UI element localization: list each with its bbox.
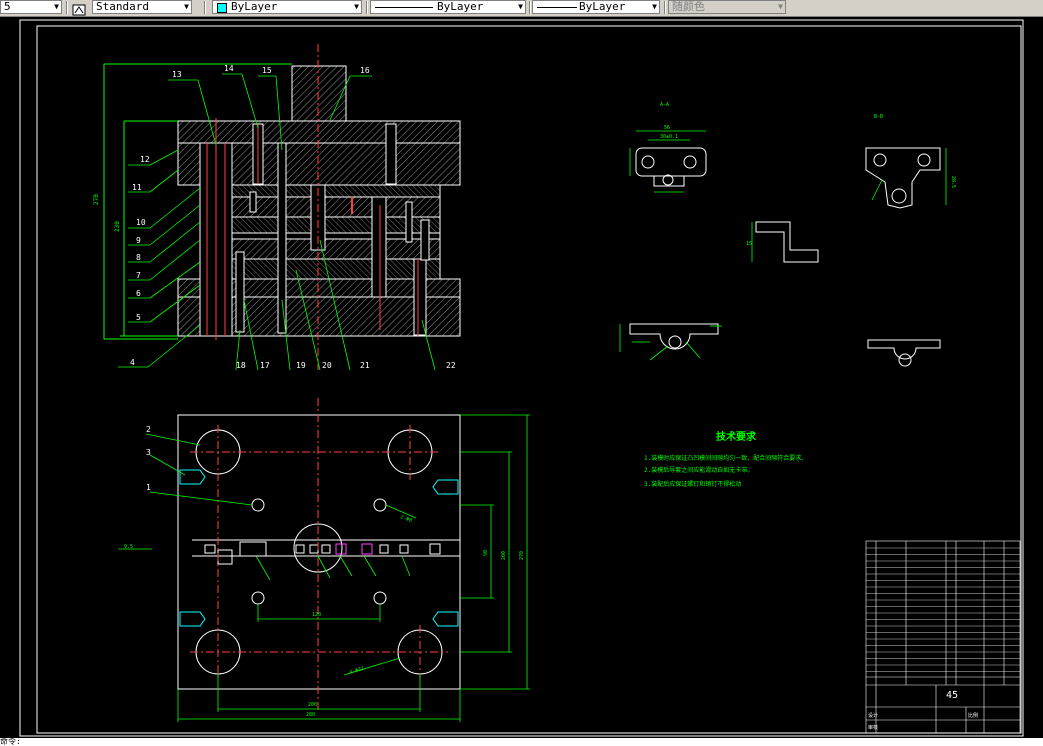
part-label: 1 (146, 483, 151, 492)
svg-text:56: 56 (664, 125, 670, 131)
designer-label: 设计 (868, 712, 878, 719)
properties-toolbar: 5 ▼ Standard ▼ ByLayer ▼ ByLayer ▼ ByLay… (0, 0, 1043, 17)
material-value: 45 (946, 690, 958, 701)
style-combo-left-value: 5 (4, 0, 11, 13)
parts-list-rows (866, 547, 1020, 672)
lineweight-preview-icon (537, 7, 577, 8)
tech-req-item: 2.装模后导套之间应能滑动自如无卡滞。 (644, 466, 753, 474)
part-label: 6 (136, 289, 141, 298)
svg-text:15: 15 (746, 241, 752, 247)
part-label: 11 (132, 183, 142, 192)
svg-text:28.5: 28.5 (950, 176, 956, 188)
chevron-down-icon: ▼ (652, 2, 657, 11)
scale-label: 比例 (968, 712, 978, 719)
part-label: 7 (136, 271, 141, 280)
title-block-text: 45 设计 审核 比例 (868, 690, 978, 731)
part-label: 22 (446, 361, 456, 370)
toolbar-separator (366, 1, 368, 14)
command-line[interactable]: 命令: (0, 738, 1043, 746)
svg-text:230: 230 (114, 221, 121, 232)
drawing-canvas[interactable]: 270 230 13 14 15 16 12 11 10 9 8 7 6 5 4… (0, 16, 1043, 738)
part-label: 4 (130, 358, 135, 367)
svg-text:200: 200 (308, 702, 317, 708)
toolbar-separator (529, 1, 531, 14)
svg-text:9.5: 9.5 (124, 544, 133, 550)
part-label: 8 (136, 253, 141, 262)
part-label: 9 (136, 236, 141, 245)
chevron-down-icon: ▼ (184, 2, 189, 11)
text-style-value: Standard (96, 0, 149, 13)
linetype-value: ByLayer (437, 0, 484, 13)
chevron-down-icon: ▼ (354, 2, 359, 11)
svg-text:270: 270 (519, 551, 525, 560)
part-label: 20 (322, 361, 332, 370)
svg-text:90: 90 (483, 550, 489, 556)
die-plan-view: 270 200 90 280 200 120 2-Φ8 4-Φ32 9.5 (118, 398, 530, 722)
lineweight-value: ByLayer (579, 0, 626, 13)
die-section-view: 270 230 (93, 44, 461, 370)
layer-color-combo[interactable]: ByLayer ▼ (212, 0, 362, 14)
svg-text:120: 120 (312, 612, 321, 618)
part-detail-views (629, 147, 941, 367)
part-label: 13 (172, 70, 182, 79)
svg-text:4-Φ32: 4-Φ32 (349, 666, 365, 676)
part-label: 2 (146, 425, 151, 434)
toolbar-separator (66, 1, 68, 14)
part-label: 3 (146, 448, 151, 457)
svg-text:200: 200 (501, 551, 507, 560)
part-label: 21 (360, 361, 370, 370)
text-style-combo[interactable]: Standard ▼ (92, 0, 192, 14)
part-label: 19 (296, 361, 306, 370)
svg-text:30±0.1: 30±0.1 (660, 134, 678, 140)
svg-text:270: 270 (93, 194, 100, 205)
tech-req-title: 技术要求 (716, 430, 757, 443)
tech-req-item: 1.装模时应保证凸凹模间间隙均匀一致，配合间隙符合要求。 (644, 454, 807, 462)
part-label: 10 (136, 218, 146, 227)
tech-req-item: 3.装配后应保证螺钉和销钉不得松动 (644, 480, 741, 488)
part-label: 5 (136, 313, 141, 322)
svg-text:B-B: B-B (874, 114, 883, 120)
style-combo-left[interactable]: 5 ▼ (0, 0, 62, 14)
lineweight-combo[interactable]: ByLayer ▼ (532, 0, 660, 14)
plot-style-value: 随颜色 (672, 0, 705, 13)
sheet-frame (19, 19, 1024, 737)
part-label: 18 (236, 361, 246, 370)
part-label: 12 (140, 155, 150, 164)
part-label: 14 (224, 64, 234, 73)
chevron-down-icon: ▼ (518, 2, 523, 11)
svg-text:280: 280 (306, 712, 315, 718)
check-label: 审核 (868, 724, 878, 731)
chevron-down-icon: ▼ (54, 2, 59, 11)
svg-text:A-A: A-A (660, 102, 669, 108)
text-style-icon[interactable] (72, 1, 86, 16)
chevron-down-icon: ▼ (778, 2, 783, 11)
linetype-preview-icon (375, 7, 433, 8)
part-label: 15 (262, 66, 272, 75)
color-swatch-icon (217, 3, 227, 13)
part-detail-dims (619, 130, 947, 361)
parts-list-table (865, 540, 1021, 734)
plot-style-combo: 随颜色 ▼ (668, 0, 786, 14)
part-label: 16 (360, 66, 370, 75)
linetype-combo[interactable]: ByLayer ▼ (370, 0, 526, 14)
layer-color-value: ByLayer (231, 0, 278, 13)
toolbar-separator (664, 1, 666, 14)
toolbar-separator (204, 1, 206, 14)
technical-requirements: 技术要求 1.装模时应保证凸凹模间间隙均匀一致，配合间隙符合要求。 2.装模后导… (644, 430, 807, 488)
part-label: 17 (260, 361, 270, 370)
